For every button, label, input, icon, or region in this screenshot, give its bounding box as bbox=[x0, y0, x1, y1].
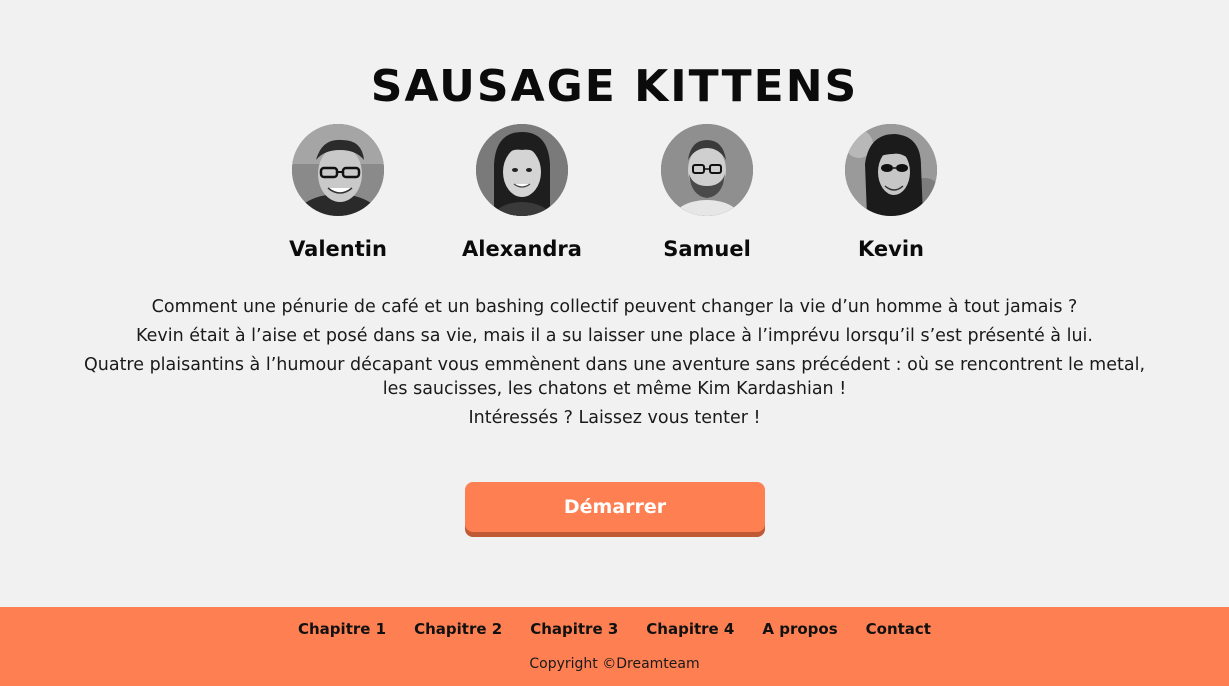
member-card-samuel: Samuel bbox=[637, 124, 777, 262]
description-line: Kevin était à l’aise et posé dans sa vie… bbox=[136, 326, 1093, 346]
description-line: Comment une pénurie de café et un bashin… bbox=[151, 297, 1078, 317]
footer-nav: Chapitre 1 Chapitre 2 Chapitre 3 Chapitr… bbox=[0, 619, 1229, 639]
team-members: Valentin Alexandra Samuel Kevin bbox=[0, 124, 1229, 274]
avatar-kevin bbox=[845, 124, 937, 216]
member-card-kevin: Kevin bbox=[821, 124, 961, 262]
start-button[interactable]: Démarrer bbox=[465, 482, 765, 532]
person-photo-beard-icon bbox=[661, 124, 753, 216]
story-description: Comment une pénurie de café et un bashin… bbox=[80, 295, 1149, 435]
description-line: Quatre plaisantins à l’humour décapant v… bbox=[83, 355, 1146, 399]
description-line: Intéressés ? Laissez vous tenter ! bbox=[468, 408, 761, 428]
member-name: Kevin bbox=[858, 237, 924, 261]
avatar-alexandra bbox=[476, 124, 568, 216]
person-photo-glasses-icon bbox=[292, 124, 384, 216]
footer-link-a-propos[interactable]: A propos bbox=[762, 619, 837, 639]
avatar-samuel bbox=[661, 124, 753, 216]
member-name: Alexandra bbox=[462, 237, 582, 261]
footer-link-chapitre-4[interactable]: Chapitre 4 bbox=[646, 619, 734, 639]
member-name: Valentin bbox=[289, 237, 387, 261]
footer-link-chapitre-3[interactable]: Chapitre 3 bbox=[530, 619, 618, 639]
person-photo-long-hair-icon bbox=[476, 124, 568, 216]
copyright: Copyright ©Dreamteam bbox=[529, 656, 700, 672]
footer-link-chapitre-1[interactable]: Chapitre 1 bbox=[298, 619, 386, 639]
footer-link-contact[interactable]: Contact bbox=[866, 619, 931, 639]
member-card-valentin: Valentin bbox=[268, 124, 408, 262]
member-name: Samuel bbox=[663, 237, 751, 261]
page-title: SAUSAGE KITTENS bbox=[370, 61, 859, 113]
person-photo-sunglasses-long-hair-icon bbox=[845, 124, 937, 216]
footer-link-chapitre-2[interactable]: Chapitre 2 bbox=[414, 619, 502, 639]
page: SAUSAGE KITTENS Valentin Alexandra Samue… bbox=[0, 0, 1229, 686]
member-card-alexandra: Alexandra bbox=[452, 124, 592, 262]
avatar-valentin bbox=[292, 124, 384, 216]
footer: Chapitre 1 Chapitre 2 Chapitre 3 Chapitr… bbox=[0, 607, 1229, 686]
